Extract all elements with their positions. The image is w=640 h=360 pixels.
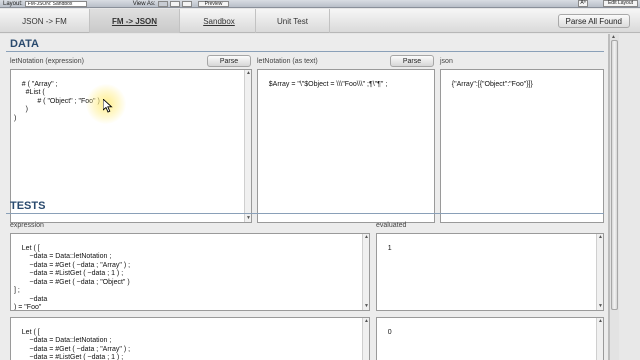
- view-as-table-button[interactable]: [181, 0, 192, 7]
- view-as-form-button[interactable]: [157, 0, 168, 7]
- test-evaluated-field[interactable]: 0 ▲: [376, 317, 604, 360]
- test-expression-scrollbar[interactable]: ▲: [362, 318, 369, 360]
- test-evaluated-field[interactable]: 1 ▲ ▼: [376, 233, 604, 311]
- tab-unit-test[interactable]: Unit Test: [256, 9, 330, 33]
- view-as-list-button[interactable]: [169, 0, 180, 7]
- mouse-cursor-icon: [103, 99, 113, 113]
- view-as-label: View As:: [132, 0, 156, 7]
- parse-text-button[interactable]: Parse: [390, 55, 434, 67]
- text-field-label: letNotation (as text): [257, 58, 318, 65]
- window-scrollbar[interactable]: ▲: [609, 34, 619, 360]
- expression-field-label: letNotation (expression): [10, 58, 84, 65]
- parse-all-found-button[interactable]: Parse All Found: [557, 14, 630, 28]
- font-size-button[interactable]: Aª: [578, 0, 588, 7]
- test-expression-scrollbar[interactable]: ▲ ▼: [362, 234, 369, 310]
- layout-label: Layout:: [3, 0, 23, 7]
- scroll-up-icon[interactable]: ▲: [364, 319, 369, 324]
- preview-button[interactable]: Preview: [197, 0, 230, 7]
- test-evaluated-text: 0: [387, 328, 392, 336]
- tab-sandbox[interactable]: Sandbox: [183, 9, 256, 33]
- text-field[interactable]: $Array = "\"$Object = \\\"Foo\\\" ;¶\"¶"…: [257, 69, 435, 223]
- json-field-text: {"Array":[{"Object":"Foo"}]}: [451, 80, 533, 88]
- main-content: DATA letNotation (expression) Parse # ( …: [0, 34, 609, 360]
- window-margin: [619, 34, 640, 360]
- expression-scrollbar[interactable]: ▲ ▼: [244, 70, 251, 222]
- parse-expression-button[interactable]: Parse: [207, 55, 251, 67]
- scroll-up-icon[interactable]: ▲: [598, 319, 603, 324]
- scroll-up-icon[interactable]: ▲: [364, 235, 369, 240]
- data-section-title: DATA: [10, 38, 39, 50]
- text-field-text: $Array = "\"$Object = \\\"Foo\\\" ;¶\"¶"…: [268, 80, 388, 88]
- tab-json-to-fm[interactable]: JSON -> FM: [0, 9, 90, 33]
- tests-evaluated-label: evaluated: [376, 222, 407, 229]
- test-expression-field[interactable]: Let ( [ ~data = Data::letNotation ; ~dat…: [10, 233, 370, 311]
- data-section-divider: [6, 51, 604, 52]
- scroll-down-icon[interactable]: ▼: [246, 216, 251, 221]
- tests-section-title: TESTS: [10, 200, 46, 212]
- scroll-up-icon[interactable]: ▲: [598, 235, 603, 240]
- tests-expression-label: expression: [10, 222, 44, 229]
- test-expression-text: Let ( [ ~data = Data::letNotation ; ~dat…: [21, 328, 131, 360]
- edit-layout-button[interactable]: Edit Layout: [602, 0, 638, 7]
- json-field[interactable]: {"Array":[{"Object":"Foo"}]}: [440, 69, 604, 223]
- expression-field[interactable]: # ( "Array" ; #List ( # ( "Object" ; "Fo…: [10, 69, 252, 223]
- test-expression-text: Let ( [ ~data = Data::letNotation ; ~dat…: [14, 244, 131, 311]
- test-evaluated-scrollbar[interactable]: ▲: [596, 318, 603, 360]
- tab-bar: JSON -> FM FM -> JSON Sandbox Unit Test …: [0, 9, 640, 33]
- status-toolbar: Layout: FM-JSON: Sandbox View As: Previe…: [0, 0, 640, 8]
- scroll-down-icon[interactable]: ▼: [364, 304, 369, 309]
- scroll-down-icon[interactable]: ▼: [598, 304, 603, 309]
- tab-fm-to-json[interactable]: FM -> JSON: [90, 9, 180, 33]
- json-field-label: json: [440, 58, 453, 65]
- test-evaluated-text: 1: [387, 244, 392, 252]
- layout-select[interactable]: FM-JSON: Sandbox: [24, 0, 87, 7]
- test-expression-field[interactable]: Let ( [ ~data = Data::letNotation ; ~dat…: [10, 317, 370, 360]
- window-scroll-thumb[interactable]: [611, 40, 618, 310]
- tests-section-divider: [6, 213, 604, 214]
- scroll-up-icon[interactable]: ▲: [246, 71, 251, 76]
- test-evaluated-scrollbar[interactable]: ▲ ▼: [596, 234, 603, 310]
